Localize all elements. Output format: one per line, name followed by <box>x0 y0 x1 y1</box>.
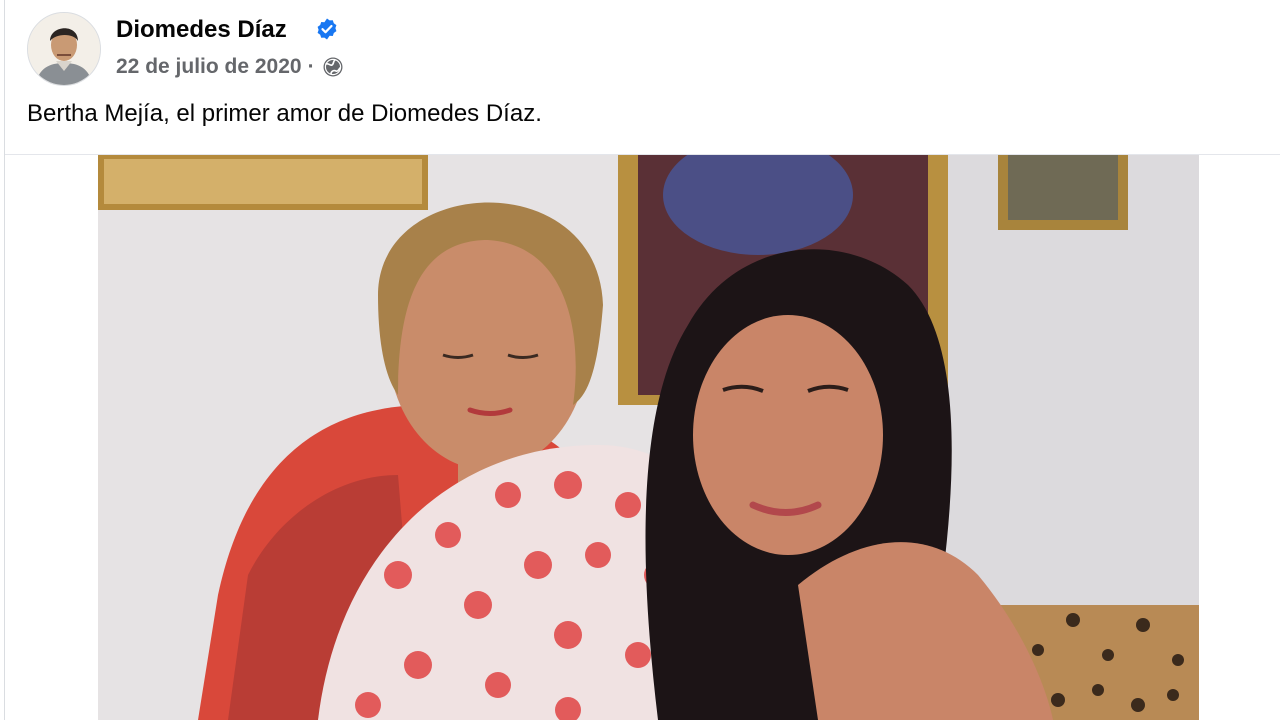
author-name[interactable]: Diomedes Díaz <box>116 16 287 44</box>
post-header: Diomedes Díaz 22 de julio de 2020 · <box>27 12 1267 88</box>
avatar-portrait <box>28 13 100 85</box>
post-caption: Bertha Mejía, el primer amor de Diomedes… <box>27 100 542 127</box>
verified-badge-icon <box>317 18 337 40</box>
post-meta: 22 de julio de 2020 · <box>116 55 345 79</box>
photo-illustration <box>98 155 1199 720</box>
post-photo[interactable] <box>98 155 1199 720</box>
post-date[interactable]: 22 de julio de 2020 <box>116 55 302 79</box>
meta-separator: · <box>307 55 315 78</box>
author-avatar[interactable] <box>27 12 101 86</box>
globe-icon[interactable] <box>321 55 345 79</box>
facebook-post: Diomedes Díaz 22 de julio de 2020 · Bert… <box>4 0 1280 720</box>
